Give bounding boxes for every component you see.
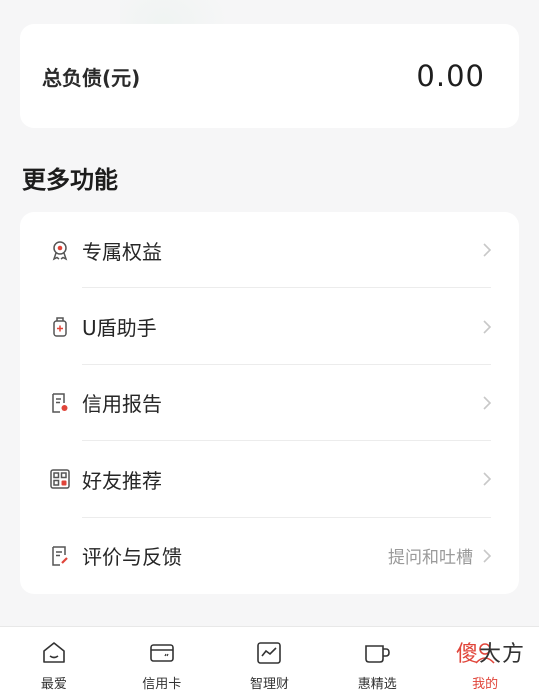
menu-item-label: 评价与反馈 xyxy=(82,545,182,570)
total-liability-label: 总负债(元) xyxy=(42,65,141,90)
tab-label: 我的 xyxy=(472,677,499,692)
chevron-right-icon xyxy=(481,318,493,336)
qr-share-icon xyxy=(48,467,72,491)
watermark-part-2: 大方 xyxy=(478,642,525,667)
chart-icon xyxy=(255,639,283,667)
tab-credit-card[interactable]: 信用卡 xyxy=(108,627,216,694)
chevron-right-icon xyxy=(481,470,493,488)
menu-item-label: U盾助手 xyxy=(82,316,157,341)
tab-label: 最爱 xyxy=(40,677,67,692)
menu-item-label: 好友推荐 xyxy=(82,468,162,493)
tab-smart-finance[interactable]: 智理财 xyxy=(216,627,324,694)
chevron-right-icon xyxy=(481,241,493,259)
feedback-icon xyxy=(48,544,72,568)
tab-label: 惠精选 xyxy=(357,677,397,692)
chevron-right-icon xyxy=(481,547,493,565)
menu-item-label: 专属权益 xyxy=(82,239,162,264)
total-liability-card[interactable]: 总负债(元) 0.00 xyxy=(20,24,519,128)
chevron-right-icon xyxy=(481,394,493,412)
usb-shield-icon xyxy=(48,315,72,339)
tab-label: 信用卡 xyxy=(142,677,182,692)
menu-item-credit-report[interactable]: 信用报告 xyxy=(20,365,519,442)
home-smile-icon xyxy=(40,639,68,667)
menu-item-extra: 提问和吐槽 xyxy=(388,548,473,569)
tab-label: 智理财 xyxy=(249,677,289,692)
menu-item-rating-feedback[interactable]: 评价与反馈 提问和吐槽 xyxy=(20,518,519,594)
menu-item-exclusive-benefits[interactable]: 专属权益 xyxy=(20,212,519,289)
section-title-more-features: 更多功能 xyxy=(22,166,118,194)
menu-item-ushield-assistant[interactable]: U盾助手 xyxy=(20,288,519,366)
watermark-part-1: 傻 xyxy=(455,642,479,667)
total-liability-value: 0.00 xyxy=(416,59,485,93)
tab-favorites[interactable]: 最爱 xyxy=(0,627,108,694)
menu-item-label: 信用报告 xyxy=(82,392,162,417)
cup-icon xyxy=(363,639,391,667)
menu-item-friend-referral[interactable]: 好友推荐 xyxy=(20,441,519,518)
tab-selected-deals[interactable]: 惠精选 xyxy=(323,627,431,694)
badge-icon xyxy=(48,238,72,262)
watermark-logo: 傻大方 xyxy=(456,636,525,668)
more-features-menu: 专属权益 U盾助手 信用报告 好友推荐 评价与反馈 提问和吐槽 xyxy=(20,212,519,594)
credit-card-icon xyxy=(148,639,176,667)
report-icon xyxy=(48,391,72,415)
